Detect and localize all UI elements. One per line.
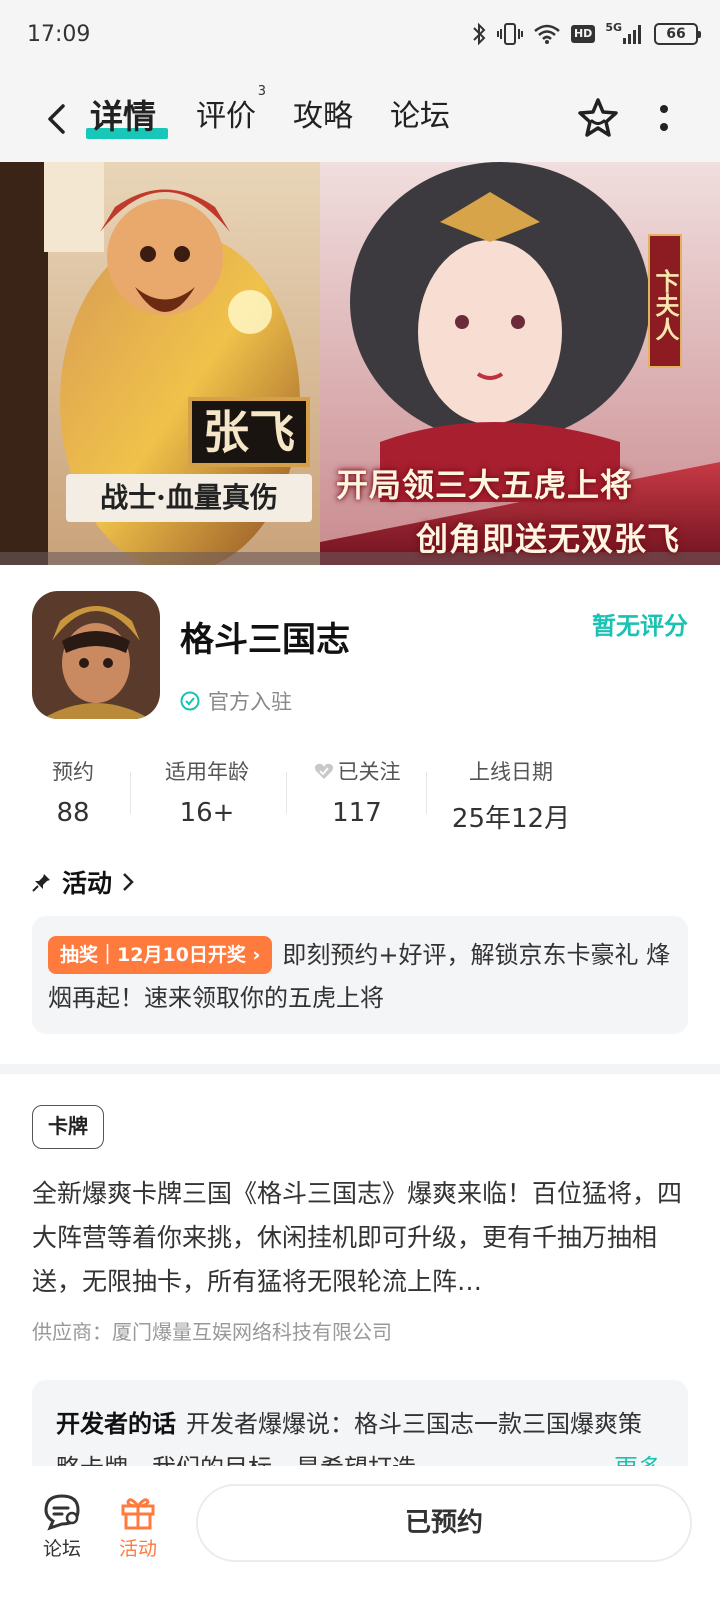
banner-hero-name: 张飞 bbox=[188, 397, 310, 467]
signal-icon: 5G bbox=[605, 20, 644, 48]
stat-followers: 已关注 117 bbox=[302, 756, 412, 828]
heart-check-icon bbox=[314, 763, 333, 779]
activity-card[interactable]: 抽奖｜12月10日开奖 › 即刻预约+好评，解锁京东卡豪礼 烽烟再起！速来领取你的… bbox=[32, 916, 688, 1034]
chevron-right-icon bbox=[123, 873, 134, 891]
stat-age-rating: 适用年龄 16+ bbox=[165, 760, 249, 828]
game-description[interactable]: 全新爆爽卡牌三国《格斗三国志》爆爽来临！百位猛将，四大阵营等着你来挑，休闲挂机即… bbox=[32, 1172, 688, 1304]
activity-tag[interactable]: 抽奖｜12月10日开奖 › bbox=[48, 936, 273, 974]
back-arrow-icon bbox=[48, 104, 65, 134]
wifi-icon bbox=[533, 20, 561, 48]
bluetooth-icon bbox=[471, 20, 487, 48]
tab-forum[interactable]: 论坛 bbox=[390, 92, 450, 142]
more-vertical-icon bbox=[660, 105, 668, 113]
activity-header[interactable]: 活动 bbox=[32, 864, 134, 900]
stat-divider bbox=[130, 772, 131, 814]
status-time: 17:09 bbox=[27, 22, 91, 47]
tab-details[interactable]: 详情 bbox=[90, 92, 156, 142]
tab-reviews[interactable]: 评价 3 bbox=[196, 84, 266, 142]
app-name: 格斗三国志 bbox=[180, 620, 350, 660]
banner-hero-class: 战士·血量真伤 bbox=[66, 474, 312, 522]
forum-chat-icon bbox=[44, 1494, 80, 1531]
supplier-label: 供应商：厦门爆量互娱网络科技有限公司 bbox=[32, 1320, 392, 1344]
banner-slogan-1: 开局领三大五虎上将 bbox=[336, 466, 634, 504]
hd-icon: HD bbox=[570, 20, 596, 48]
official-badge: 官方入驻 bbox=[180, 686, 292, 716]
pin-icon bbox=[32, 874, 50, 892]
top-nav: 详情 评价 3 攻略 论坛 bbox=[0, 76, 720, 162]
banner-vertical-label: 卞夫人 bbox=[648, 234, 682, 368]
section-divider bbox=[0, 1064, 720, 1074]
reserved-button[interactable]: 已预约 bbox=[196, 1484, 692, 1562]
tab-guides[interactable]: 攻略 bbox=[293, 92, 353, 142]
app-icon bbox=[32, 591, 160, 719]
stat-divider bbox=[426, 772, 427, 814]
promo-banner[interactable]: 张飞 战士·血量真伤 开局领三大五虎上将 创角即送无双张飞 卞夫人 bbox=[0, 162, 720, 565]
status-icons: HD 5G 66 bbox=[471, 20, 701, 48]
star-icon bbox=[578, 98, 618, 137]
gift-icon bbox=[121, 1498, 155, 1530]
vibrate-icon bbox=[496, 20, 523, 48]
bottom-forum-button[interactable]: 论坛 bbox=[30, 1490, 94, 1561]
developer-note-card[interactable]: 开发者的话开发者爆爆说：格斗三国志一款三国爆爽策略卡牌，我们的目标，是希望打造 … bbox=[32, 1380, 688, 1480]
stat-divider bbox=[286, 772, 287, 814]
battery-icon: 66 bbox=[654, 23, 701, 45]
back-button[interactable] bbox=[36, 94, 76, 144]
review-count-badge: 3 bbox=[257, 84, 266, 99]
developer-note-title: 开发者的话 bbox=[56, 1410, 176, 1438]
stat-release-date: 上线日期 25年12月 bbox=[451, 760, 571, 834]
stat-reservations: 预约 88 bbox=[52, 760, 94, 828]
rating-label[interactable]: 暂无评分 bbox=[592, 606, 688, 641]
bottom-action-bar: 论坛 活动 已预约 bbox=[0, 1466, 720, 1612]
genre-tag[interactable]: 卡牌 bbox=[32, 1105, 104, 1149]
favorite-button[interactable] bbox=[574, 92, 622, 144]
activity-title: 活动 bbox=[62, 869, 113, 898]
status-bar: 17:09 HD 5G 66 bbox=[0, 0, 720, 76]
more-button[interactable] bbox=[648, 92, 680, 144]
banner-slogan-2: 创角即送无双张飞 bbox=[416, 520, 681, 558]
verified-check-icon bbox=[180, 691, 200, 711]
bottom-activity-button[interactable]: 活动 bbox=[106, 1490, 170, 1561]
